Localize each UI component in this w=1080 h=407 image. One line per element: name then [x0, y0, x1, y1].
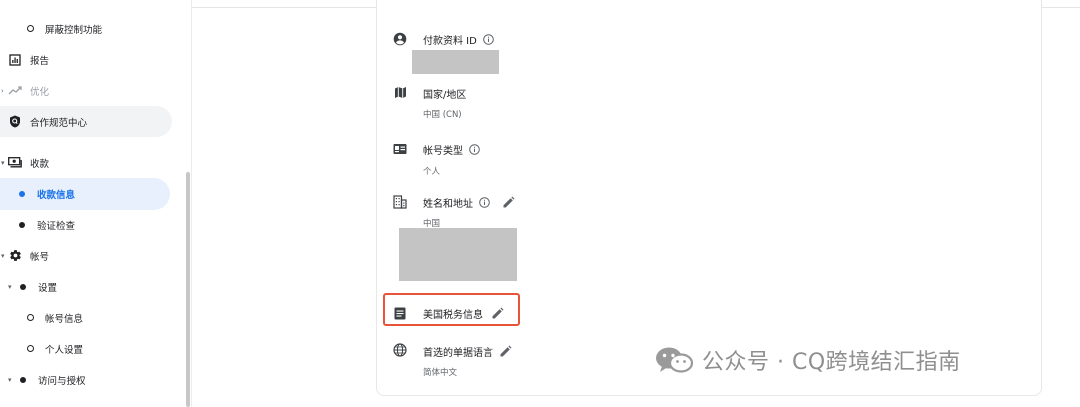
sidebar-item-reports[interactable]: 报告 — [0, 44, 172, 75]
id-card-icon — [392, 141, 408, 157]
payment-profile-id-title: 付款资料 ID — [423, 32, 494, 47]
account-type-value: 个人 — [423, 167, 441, 177]
bullet-icon — [19, 221, 25, 228]
edit-pencil-icon[interactable] — [499, 345, 512, 358]
sidebar-item-settings[interactable]: ▾ 设置 — [0, 271, 172, 302]
sidebar-item-blocking-controls[interactable]: 屏蔽控制功能 — [0, 13, 172, 44]
sidebar-item-policy-center[interactable]: 合作规范中心 — [0, 106, 172, 137]
edit-pencil-icon[interactable] — [491, 307, 504, 320]
hollow-bullet-icon — [27, 314, 34, 321]
sidebar-item-payments[interactable]: ▾ 收款 — [0, 147, 172, 178]
invoice-language-title: 首选的单据语言 — [423, 344, 512, 359]
document-icon — [392, 305, 408, 321]
sidebar-item-account[interactable]: ▾ 帐号 — [0, 240, 172, 271]
payments-icon — [8, 156, 22, 170]
account-type-title: 帐号类型 — [423, 142, 480, 157]
sidebar-item-payment-info[interactable]: 收款信息 — [0, 178, 170, 210]
chevron-right-icon: › — [1, 86, 4, 95]
wechat-watermark: 公众号 · CQ跨境结汇指南 — [654, 344, 961, 376]
chevron-down-icon: ▾ — [8, 375, 12, 384]
globe-icon — [392, 342, 408, 358]
sidebar-item-verification[interactable]: 验证检查 — [0, 209, 172, 240]
info-icon[interactable] — [483, 34, 494, 45]
hollow-bullet-icon — [27, 345, 34, 352]
map-icon — [392, 84, 408, 100]
shield-search-icon — [8, 115, 22, 129]
sidebar-scrollbar[interactable] — [186, 172, 190, 407]
chevron-down-icon: ▾ — [1, 158, 5, 167]
sidebar-item-access-authorization[interactable]: ▾ 访问与授权 — [0, 364, 172, 395]
bar-chart-icon — [8, 53, 22, 67]
chevron-down-icon: ▾ — [8, 282, 12, 291]
info-icon[interactable] — [469, 144, 480, 155]
account-circle-icon — [392, 31, 408, 47]
redacted-address — [399, 228, 517, 281]
gear-icon — [8, 249, 22, 263]
name-address-title: 姓名和地址 — [423, 195, 515, 210]
edit-pencil-icon[interactable] — [502, 196, 515, 209]
trending-up-icon — [8, 84, 22, 98]
building-icon — [392, 194, 408, 210]
active-bullet-icon — [19, 191, 25, 197]
chevron-down-icon: ▾ — [1, 251, 5, 260]
sidebar-item-optimize[interactable]: › 优化 — [0, 75, 172, 106]
country-region-title: 国家/地区 — [423, 90, 467, 101]
sidebar-item-account-info[interactable]: 帐号信息 — [0, 302, 172, 333]
wechat-logo-icon — [654, 346, 694, 374]
redacted-profile-id — [412, 50, 499, 74]
hollow-bullet-icon — [27, 25, 34, 32]
watermark-text: 公众号 · CQ跨境结汇指南 — [702, 350, 961, 375]
us-tax-info-title: 美国税务信息 — [423, 306, 504, 321]
sidebar: 屏蔽控制功能 报告 › 优化 合作规范中心 ▾ 收款 收款信息 验证检查 ▾ 帐… — [0, 0, 192, 407]
info-icon[interactable] — [479, 197, 490, 208]
country-region-value: 中国 (CN) — [423, 110, 462, 120]
invoice-language-value: 简体中文 — [423, 368, 458, 378]
bullet-icon — [20, 283, 26, 290]
bullet-icon — [20, 376, 26, 383]
sidebar-item-personal-settings[interactable]: 个人设置 — [0, 333, 172, 364]
